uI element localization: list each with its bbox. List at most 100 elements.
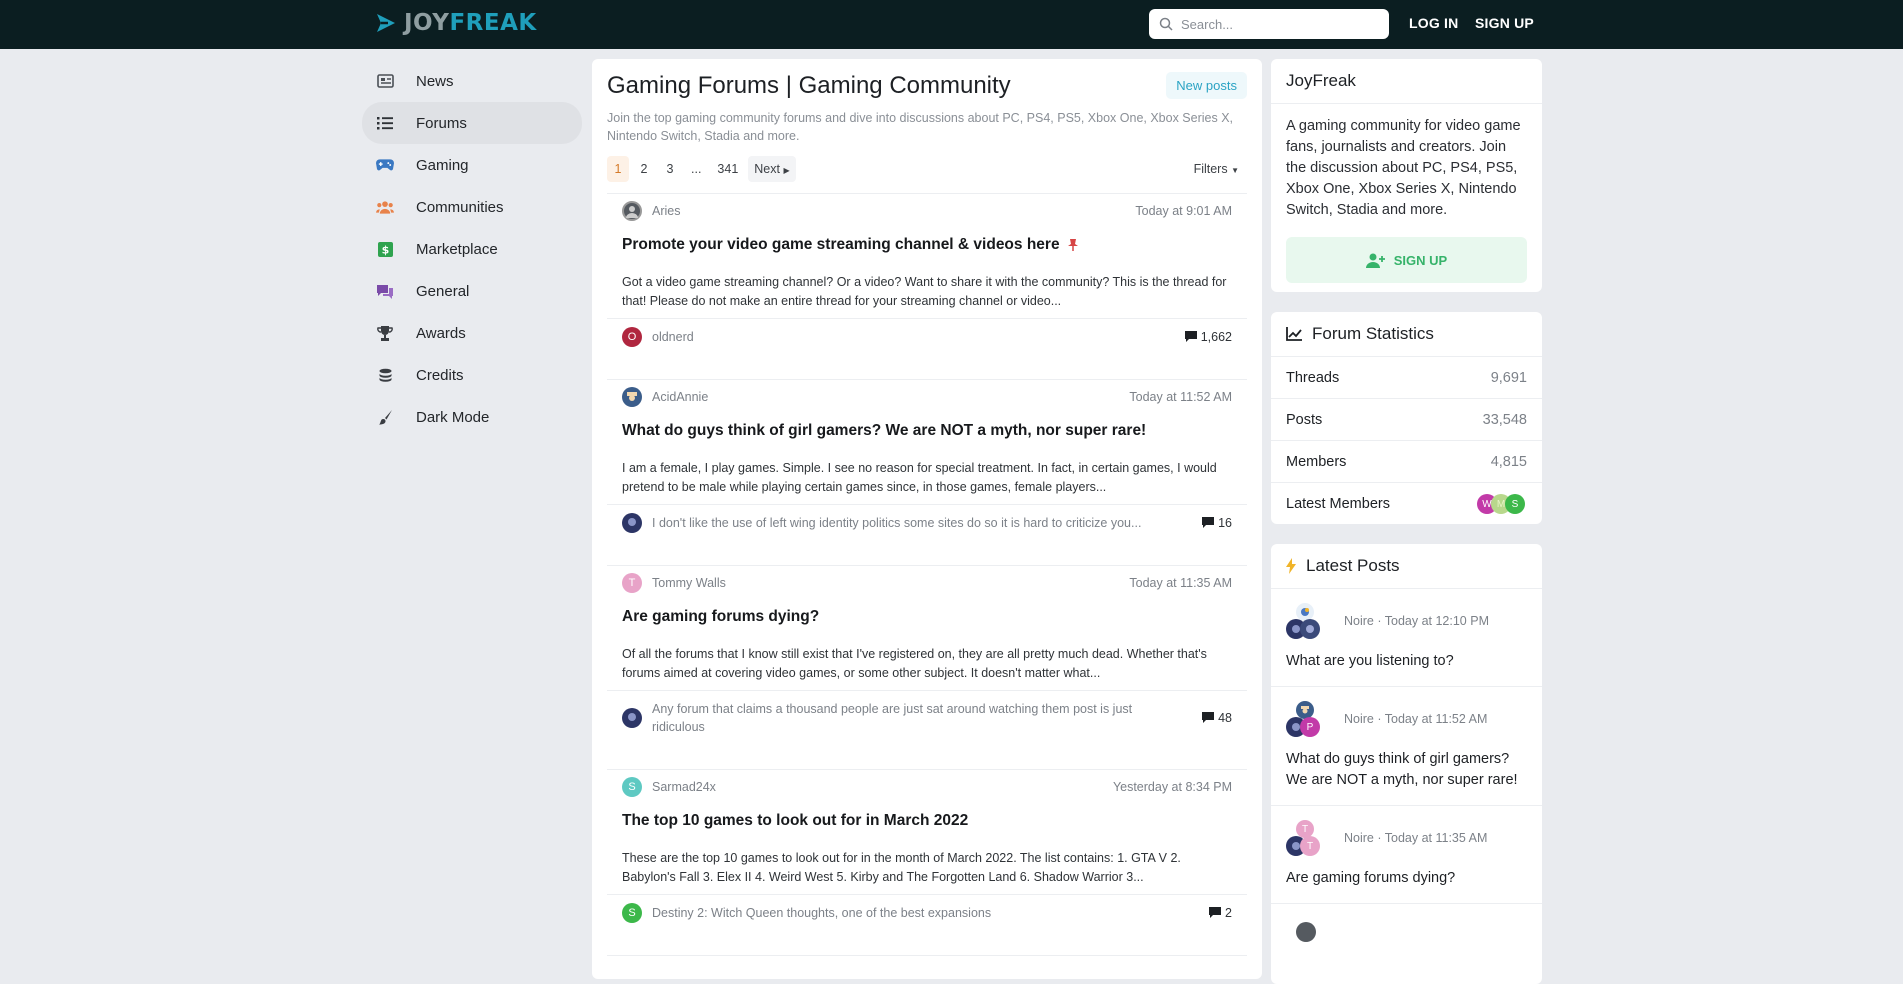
users-icon [376, 198, 394, 216]
latest-post-avatars [1286, 603, 1326, 639]
signup-link[interactable]: SIGN UP [1475, 15, 1534, 31]
sidebar-item-label: Dark Mode [416, 408, 490, 426]
thread-time[interactable]: Today at 9:01 AM [1135, 204, 1232, 218]
thread-title-text: What do guys think of girl gamers? We ar… [622, 422, 1147, 439]
sidebar-signup-label: SIGN UP [1393, 252, 1448, 268]
thread-footer: I don't like the use of left wing identi… [607, 504, 1247, 540]
sidebar-signup-button[interactable]: SIGN UP [1286, 237, 1527, 283]
forum-main: Gaming Forums | Gaming Community New pos… [592, 59, 1262, 979]
sidebar-item-label: Forums [416, 114, 467, 132]
sidebar-item-marketplace[interactable]: $ Marketplace [362, 228, 582, 270]
thread-title-text: Promote your video game streaming channe… [622, 236, 1060, 253]
author-avatar[interactable] [622, 201, 642, 221]
member-avatar[interactable]: S [1505, 494, 1525, 514]
login-link[interactable]: LOG IN [1409, 15, 1458, 31]
thread-excerpt: I am a female, I play games. Simple. I s… [622, 461, 1217, 494]
sidebar-item-awards[interactable]: Awards [362, 312, 582, 354]
thread-title-text: Are gaming forums dying? [622, 608, 820, 625]
thread-time[interactable]: Yesterday at 8:34 PM [1113, 780, 1232, 794]
avatar-image-icon [1301, 608, 1309, 616]
thread-author[interactable]: Sarmad24x [652, 780, 716, 794]
poster-avatar[interactable]: T [1300, 836, 1320, 856]
sidebar-item-communities[interactable]: Communities [362, 186, 582, 228]
thread-starter-avatar[interactable] [1296, 922, 1316, 942]
latest-post-meta: Noire · Today at 12:10 PM [1286, 603, 1527, 639]
sidebar-item-dark-mode[interactable]: Dark Mode [362, 396, 582, 438]
site-logo[interactable]: JOYFREAK [374, 10, 537, 36]
thread-header: T Tommy Walls Today at 11:35 AM [607, 566, 1247, 600]
last-post-text[interactable]: Any forum that claims a thousand people … [652, 700, 1172, 736]
latest-post-item[interactable]: Noire · Today at 12:10 PM What are you l… [1271, 589, 1542, 687]
author-avatar[interactable] [622, 387, 642, 407]
last-post-text[interactable]: I don't like the use of left wing identi… [652, 514, 1172, 532]
thread-author[interactable]: Aries [652, 204, 680, 218]
latest-post-title[interactable]: Are gaming forums dying? [1286, 868, 1527, 889]
next-page-button[interactable]: Next ▶ [748, 156, 796, 182]
page-ellipsis[interactable]: ... [685, 156, 707, 182]
thread-item[interactable]: AcidAnnie Today at 11:52 AM What do guys… [607, 379, 1247, 539]
comment-icon [1202, 712, 1215, 723]
latest-members-avatars: W M S [1477, 494, 1527, 514]
thread-author[interactable]: AcidAnnie [652, 390, 708, 404]
latest-posts-card: Latest Posts Noire · Today at 12:10 PM W… [1271, 544, 1542, 984]
author-avatar[interactable]: T [622, 573, 642, 593]
thread-title[interactable]: The top 10 games to look out for in Marc… [622, 812, 968, 830]
page-link-1[interactable]: 1 [607, 156, 629, 182]
thread-excerpt: Of all the forums that I know still exis… [622, 647, 1207, 680]
stat-row-members: Members 4,815 [1271, 441, 1542, 483]
latest-post-byline: Noire · Today at 11:52 AM [1344, 712, 1488, 726]
latest-post-item[interactable] [1271, 904, 1542, 942]
author-avatar[interactable]: S [622, 777, 642, 797]
last-poster-avatar[interactable]: O [622, 326, 642, 347]
page-link-2[interactable]: 2 [633, 156, 655, 182]
reply-count-value: 48 [1218, 710, 1232, 725]
thread-title[interactable]: What do guys think of girl gamers? We ar… [622, 422, 1146, 440]
sidebar-item-gaming[interactable]: Gaming [362, 144, 582, 186]
svg-text:$: $ [381, 243, 389, 256]
latest-post-item[interactable]: T T Noire · Today at 11:35 AM Are gaming… [1271, 806, 1542, 904]
sidebar-item-credits[interactable]: Credits [362, 354, 582, 396]
sidebar-item-general[interactable]: General [362, 270, 582, 312]
latest-post-title[interactable]: What are you listening to? [1286, 651, 1527, 672]
latest-post-avatars: P [1286, 701, 1326, 737]
next-label: Next [754, 162, 780, 176]
last-poster-avatar[interactable] [622, 512, 642, 533]
thread-title[interactable]: Are gaming forums dying? [622, 608, 819, 626]
thread-item[interactable]: T Tommy Walls Today at 11:35 AM Are gami… [607, 565, 1247, 743]
last-post-text[interactable]: oldnerd [652, 328, 1172, 346]
sidebar-nav: News Forums Gaming Communities $ Marketp… [362, 60, 582, 438]
thread-title[interactable]: Promote your video game streaming channe… [622, 236, 1078, 254]
thread-item[interactable]: S Sarmad24x Yesterday at 8:34 PM The top… [607, 769, 1247, 929]
filters-dropdown[interactable]: Filters ▼ [1186, 156, 1247, 182]
avatar-image-icon [1306, 625, 1314, 633]
thread-author[interactable]: Tommy Walls [652, 576, 726, 590]
bolt-icon [1286, 558, 1296, 574]
sidebar-item-label: General [416, 282, 470, 300]
new-posts-button[interactable]: New posts [1166, 72, 1247, 99]
page-link-last[interactable]: 341 [711, 156, 744, 182]
thread-time[interactable]: Today at 11:52 AM [1129, 390, 1232, 404]
sidebar-item-forums[interactable]: Forums [362, 102, 582, 144]
stat-row-latest-members: Latest Members W M S [1271, 483, 1542, 524]
search-box[interactable] [1149, 9, 1389, 39]
page-link-3[interactable]: 3 [659, 156, 681, 182]
last-poster-avatar[interactable]: S [622, 902, 642, 923]
stat-label: Threads [1286, 369, 1340, 386]
search-input[interactable] [1181, 16, 1381, 32]
last-poster-avatar[interactable] [622, 707, 642, 728]
last-post-text[interactable]: Destiny 2: Witch Queen thoughts, one of … [652, 904, 1172, 922]
avatar-image-icon [1301, 706, 1309, 714]
sidebar-item-news[interactable]: News [362, 60, 582, 102]
avatar-image-icon [628, 712, 636, 721]
poster-avatar[interactable] [1300, 619, 1320, 639]
latest-post-title[interactable]: What do guys think of girl gamers? We ar… [1286, 749, 1527, 791]
latest-post-item[interactable]: P Noire · Today at 11:52 AM What do guys… [1271, 687, 1542, 806]
thread-item[interactable]: Aries Today at 9:01 AM Promote your vide… [607, 193, 1247, 353]
stat-label: Members [1286, 453, 1347, 470]
thread-time[interactable]: Today at 11:35 AM [1129, 576, 1232, 590]
caret-down-icon: ▼ [1231, 166, 1239, 175]
comment-icon [1209, 907, 1222, 918]
poster-avatar[interactable]: P [1300, 717, 1320, 737]
coins-icon [376, 366, 394, 384]
statistics-title: Forum Statistics [1271, 312, 1542, 357]
